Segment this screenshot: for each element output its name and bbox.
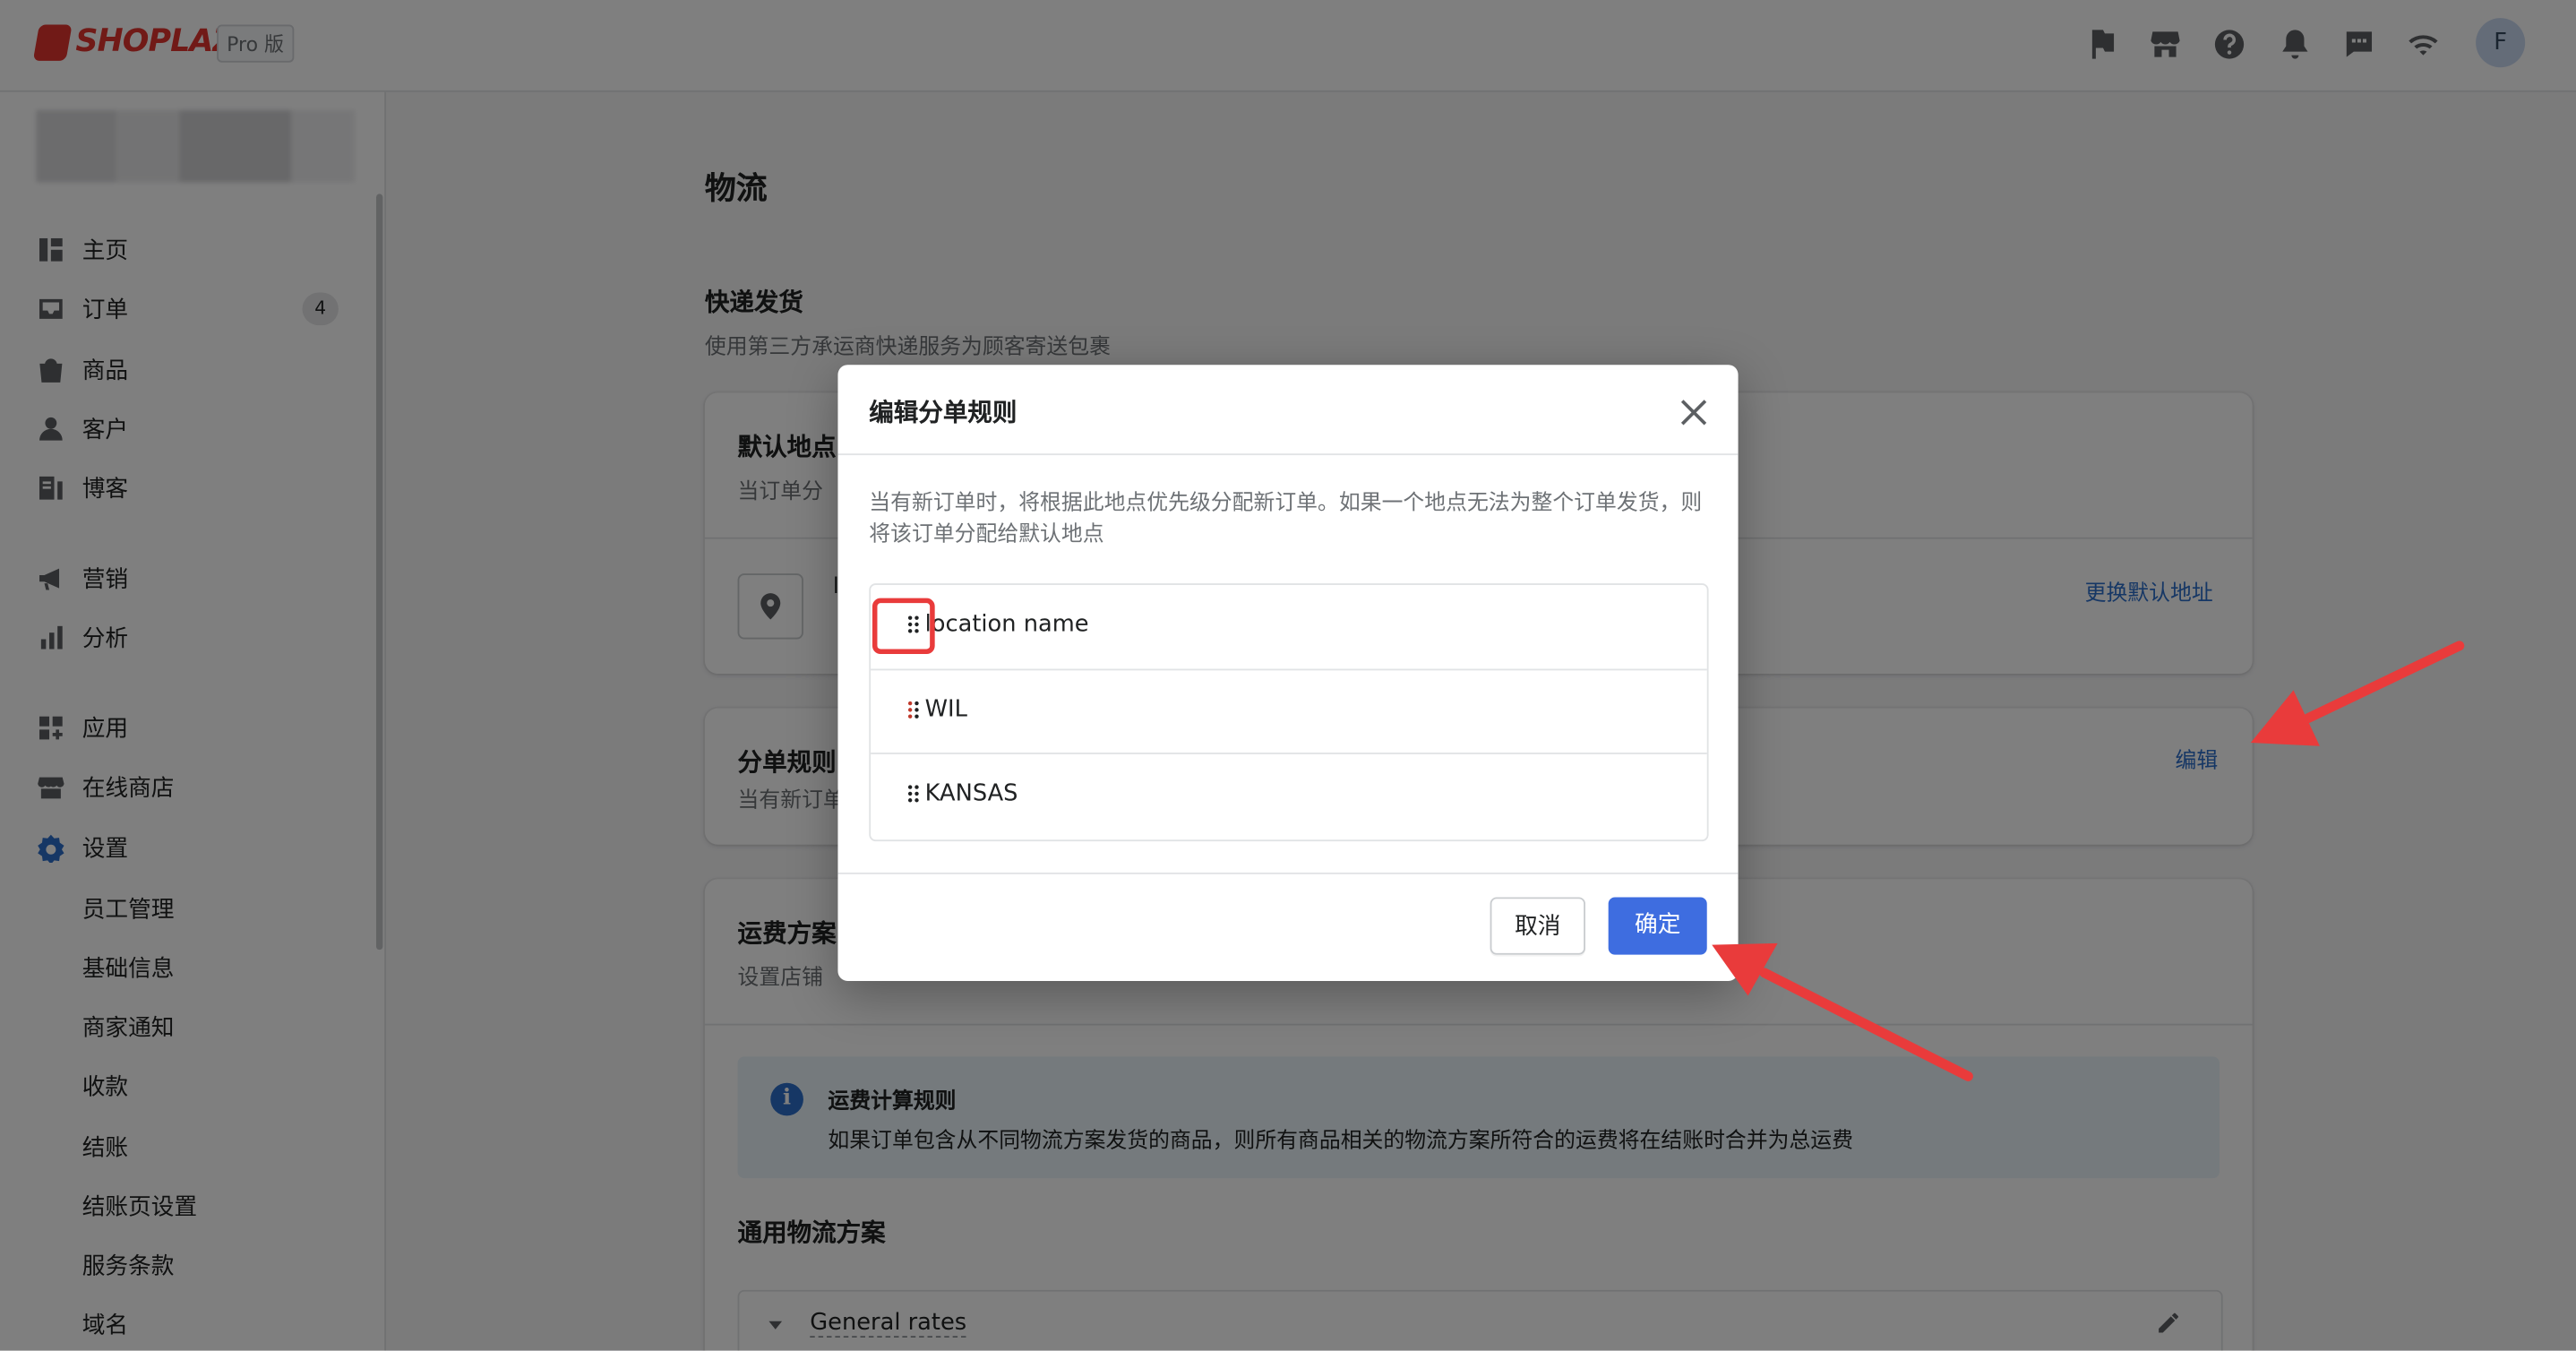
location-name: location name [924, 611, 1089, 638]
close-icon[interactable] [1672, 392, 1715, 435]
cancel-button[interactable]: 取消 [1490, 897, 1586, 955]
modal-title: 编辑分单规则 [869, 397, 1018, 427]
list-item[interactable]: KANSAS [871, 753, 1707, 838]
modal-header-divider [837, 453, 1739, 456]
location-name: WIL [924, 696, 967, 724]
location-priority-list: location name WIL KANSAS [869, 583, 1709, 842]
edit-split-rules-modal: 编辑分单规则 当有新订单时，将根据此地点优先级分配新订单。如果一个地点无法为整个… [837, 365, 1739, 982]
list-item[interactable]: WIL [871, 668, 1707, 754]
confirm-button[interactable]: 确定 [1608, 897, 1707, 955]
list-item[interactable]: location name [871, 585, 1707, 669]
location-name: KANSAS [924, 780, 1018, 807]
modal-description: 当有新订单时，将根据此地点优先级分配新订单。如果一个地点无法为整个订单发货，则将… [869, 491, 1703, 547]
modal-footer-divider [837, 872, 1739, 874]
drag-handle-icon[interactable] [906, 700, 920, 719]
drag-handle-highlight [872, 598, 935, 655]
app-root: SHOPLAZZA Pro 版 F 主页 订单 4 商品 客户 博客 营销 分析 [0, 0, 2576, 1351]
drag-handle-icon[interactable] [906, 784, 920, 804]
